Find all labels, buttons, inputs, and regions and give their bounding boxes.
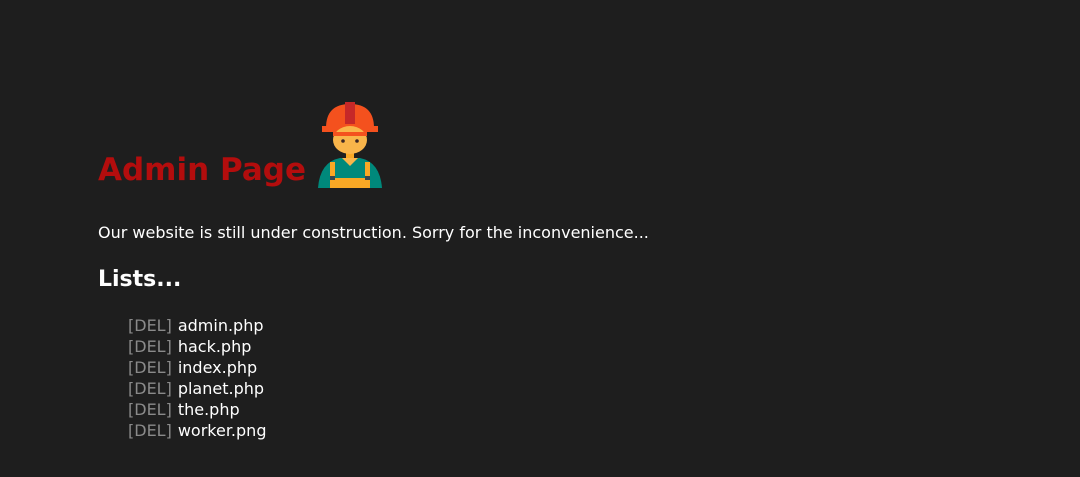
list-item: [DEL] index.php [128, 357, 266, 378]
list-item: [DEL] planet.php [128, 378, 266, 399]
list-item: [DEL] worker.png [128, 420, 266, 441]
file-link[interactable]: admin.php [178, 316, 264, 335]
file-link[interactable]: worker.png [178, 421, 267, 440]
delete-link[interactable]: [DEL] [128, 400, 172, 419]
list-item: [DEL] admin.php [128, 315, 266, 336]
delete-link[interactable]: [DEL] [128, 379, 172, 398]
construction-notice: Our website is still under construction.… [98, 223, 649, 242]
file-link[interactable]: index.php [178, 358, 257, 377]
delete-link[interactable]: [DEL] [128, 421, 172, 440]
list-item: [DEL] hack.php [128, 336, 266, 357]
lists-heading: Lists... [98, 267, 182, 292]
file-link[interactable]: hack.php [178, 337, 252, 356]
list-item: [DEL] the.php [128, 399, 266, 420]
page-title: Admin Page [98, 152, 306, 188]
delete-link[interactable]: [DEL] [128, 337, 172, 356]
file-list: [DEL] admin.php [DEL] hack.php [DEL] index.… [128, 315, 266, 441]
file-link[interactable]: the.php [178, 400, 240, 419]
delete-link[interactable]: [DEL] [128, 316, 172, 335]
admin-page: Admin Page Our website is still under co… [0, 0, 1080, 477]
file-link[interactable]: planet.php [178, 379, 264, 398]
delete-link[interactable]: [DEL] [128, 358, 172, 377]
construction-worker-icon [318, 102, 382, 188]
title-row: Admin Page [98, 100, 384, 190]
